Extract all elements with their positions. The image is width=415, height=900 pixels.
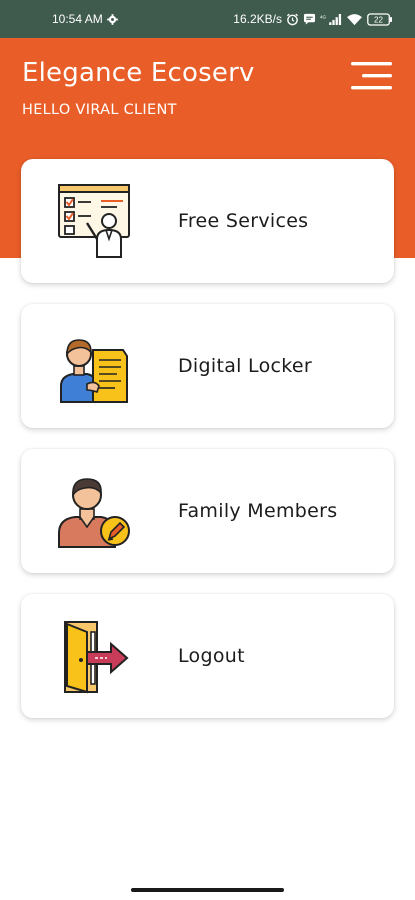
user-edit-icon: [58, 478, 130, 548]
home-indicator[interactable]: [131, 888, 284, 892]
door-exit-icon: [64, 621, 129, 694]
consultant-checklist-icon: [58, 184, 130, 258]
card-family-members[interactable]: Family Members: [21, 449, 394, 573]
network-speed: 16.2KB/s: [233, 12, 282, 26]
card-label-digital-locker: Digital Locker: [178, 355, 313, 377]
signal-icon: 4G: [320, 13, 342, 25]
card-digital-locker[interactable]: Digital Locker: [21, 304, 394, 428]
person-document-icon: [60, 339, 128, 403]
status-time: 10:54 AM: [52, 12, 103, 26]
svg-text:4G: 4G: [320, 14, 327, 19]
status-left: 10:54 AM: [52, 12, 118, 26]
card-logout[interactable]: Logout: [21, 594, 394, 718]
settings-gear-icon: [106, 13, 118, 25]
battery-icon: 22: [367, 12, 392, 26]
status-right: 16.2KB/s 4G 22: [233, 12, 393, 26]
menu-icon[interactable]: [348, 60, 394, 92]
app-title: Elegance Ecoserv: [22, 58, 255, 88]
message-icon: [303, 13, 316, 25]
status-bar: 10:54 AM 16.2KB/s 4G 22: [0, 0, 415, 38]
card-label-logout: Logout: [178, 645, 245, 667]
alarm-icon: [286, 13, 299, 25]
battery-level: 22: [374, 15, 383, 24]
card-label-family-members: Family Members: [178, 500, 338, 522]
greeting-text: HELLO VIRAL CLIENT: [22, 102, 177, 118]
card-free-services[interactable]: Free Services: [21, 159, 394, 283]
wifi-icon: [347, 13, 362, 25]
card-label-free-services: Free Services: [178, 210, 309, 232]
